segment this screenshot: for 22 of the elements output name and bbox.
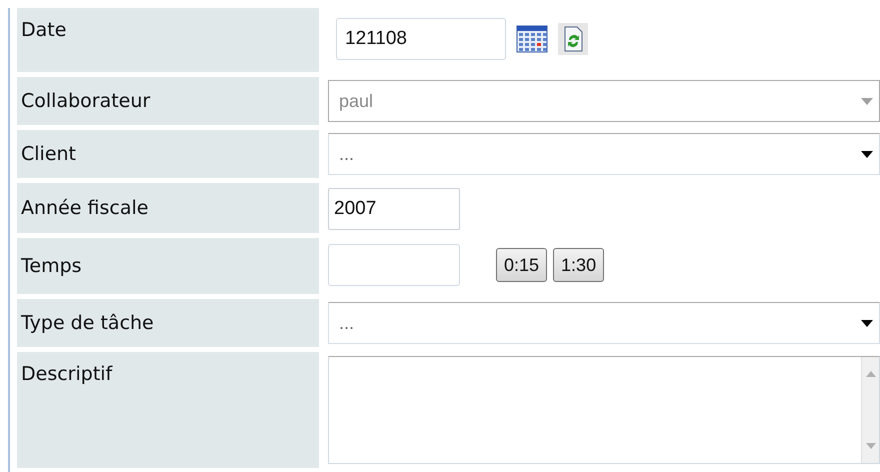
year-field[interactable]: 2007	[328, 188, 460, 230]
dropdown-value: ...	[339, 142, 356, 166]
field-label: Année fiscale	[17, 183, 319, 233]
dropdown-arrow-icon	[861, 98, 873, 104]
date-field[interactable]: 121108	[336, 18, 506, 60]
refresh-icon[interactable]	[558, 23, 588, 55]
field-label: Date	[17, 8, 319, 72]
time-preset-button[interactable]: 0:15	[496, 248, 548, 282]
time-field[interactable]	[328, 244, 460, 286]
field-label: Client	[17, 130, 319, 178]
dropdown-field[interactable]: ...	[328, 302, 880, 344]
dropdown-arrow-icon	[861, 150, 873, 158]
field-label: Descriptif	[17, 352, 319, 468]
field-label: Temps	[17, 238, 319, 294]
field-label: Type de tâche	[17, 299, 319, 347]
field-label: Collaborateur	[17, 77, 319, 125]
dropdown-value: paul	[339, 90, 374, 113]
time-preset-button[interactable]: 1:30	[553, 248, 604, 282]
calendar-icon[interactable]	[516, 25, 548, 53]
dropdown-field[interactable]: ...	[328, 133, 880, 175]
dropdown-value: ...	[339, 312, 356, 334]
dropdown-arrow-icon	[861, 320, 873, 326]
